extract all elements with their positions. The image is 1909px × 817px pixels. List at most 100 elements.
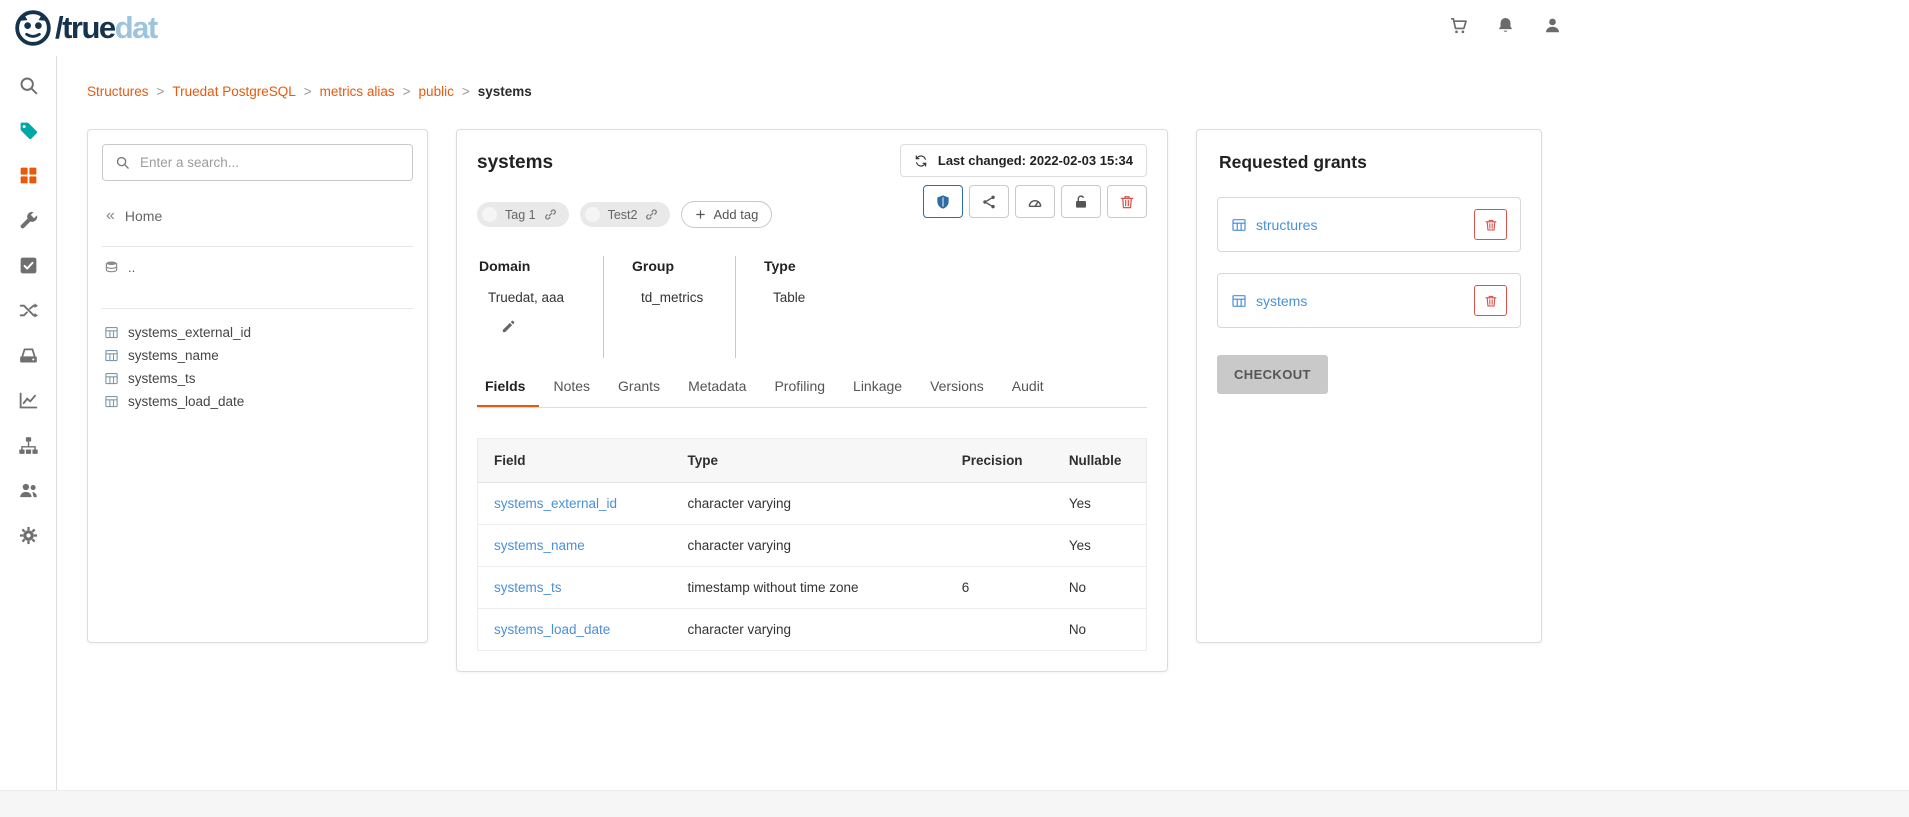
edit-domain-icon[interactable] (501, 319, 516, 334)
tab-audit[interactable]: Audit (998, 378, 1058, 407)
field-type: character varying (672, 483, 946, 525)
meta-section: Domain Truedat, aaa Group td_metrics Typ… (477, 256, 1147, 358)
sidebar-item-structures[interactable] (18, 165, 39, 191)
delete-grant-button[interactable] (1474, 285, 1507, 316)
chart-icon (18, 390, 39, 411)
parent-structure-link[interactable]: .. (102, 247, 413, 286)
fields-table-body: systems_external_idcharacter varyingYess… (478, 483, 1147, 651)
tag-label: Tag 1 (505, 208, 536, 222)
topbar: /truedat (0, 0, 1909, 56)
structure-search-box[interactable] (102, 144, 413, 181)
unlock-icon (1073, 194, 1089, 210)
tab-linkage[interactable]: Linkage (839, 378, 916, 407)
link-icon (544, 208, 557, 221)
owl-logo-icon (14, 9, 52, 47)
field-name: systems_ts (128, 371, 196, 386)
share-button[interactable] (969, 185, 1009, 218)
field-precision (946, 609, 1053, 651)
field-link[interactable]: systems_load_date (494, 622, 610, 637)
add-tag-button[interactable]: Add tag (681, 201, 772, 228)
topbar-icons (1449, 16, 1562, 40)
quality-button[interactable] (1015, 185, 1055, 218)
structure-search-input[interactable] (140, 155, 400, 170)
sidebar-item-settings[interactable] (18, 525, 39, 551)
plus-icon (695, 209, 706, 220)
tab-profiling[interactable]: Profiling (760, 378, 839, 407)
sidebar-nav (0, 56, 57, 790)
requested-grants-title: Requested grants (1219, 152, 1521, 173)
bell-button[interactable] (1496, 16, 1515, 40)
user-button[interactable] (1543, 16, 1562, 40)
sidebar-item-sources[interactable] (18, 345, 39, 371)
type-label: Type (764, 258, 805, 274)
table-icon (104, 348, 119, 363)
tag-remove-icon[interactable] (482, 207, 497, 222)
tag-list: Tag 1 Test2 (477, 202, 670, 227)
breadcrumb-link[interactable]: Structures (87, 84, 149, 99)
grant-link[interactable]: systems (1231, 293, 1307, 309)
sidebar-item-users[interactable] (18, 480, 39, 506)
user-icon (1543, 16, 1562, 35)
sidebar-item-dashboards[interactable] (18, 390, 39, 416)
tag-chip[interactable]: Test2 (580, 202, 671, 227)
domain-label: Domain (479, 258, 575, 274)
protection-button[interactable] (923, 185, 963, 218)
field-name: systems_external_id (128, 325, 251, 340)
field-name: systems_name (128, 348, 219, 363)
home-link[interactable]: « Home (106, 208, 413, 224)
fields-table: FieldTypePrecisionNullable systems_exter… (477, 438, 1147, 651)
structure-field-item[interactable]: systems_ts (102, 367, 413, 390)
cart-icon (1449, 16, 1468, 35)
app-body: Structures > Truedat PostgreSQL > metrics al… (0, 56, 1909, 790)
breadcrumb-link[interactable]: public (419, 84, 454, 99)
breadcrumb-separator: > (403, 84, 411, 99)
breadcrumb-separator: > (462, 84, 470, 99)
field-list: systems_external_id systems_name systems_t… (102, 321, 413, 413)
tag-label: Test2 (608, 208, 638, 222)
tag-chip[interactable]: Tag 1 (477, 202, 569, 227)
wrench-icon (18, 210, 39, 231)
shuffle-icon (18, 300, 39, 321)
grant-card: systems (1217, 273, 1521, 328)
field-link[interactable]: systems_external_id (494, 496, 617, 511)
sidebar-item-admin[interactable] (18, 210, 39, 236)
trash-icon (1119, 194, 1135, 210)
lock-button[interactable] (1061, 185, 1101, 218)
structure-field-item[interactable]: systems_name (102, 344, 413, 367)
column-header: Type (672, 439, 946, 483)
truedat-logo[interactable]: /truedat (14, 9, 157, 47)
search-icon (115, 155, 130, 170)
fields-table-head-row: FieldTypePrecisionNullable (478, 439, 1147, 483)
tab-grants[interactable]: Grants (604, 378, 674, 407)
sidebar-item-tags[interactable] (18, 120, 39, 146)
structure-field-item[interactable]: systems_external_id (102, 321, 413, 344)
refresh-icon (914, 154, 928, 168)
sidebar-item-lineage[interactable] (18, 300, 39, 326)
sidebar-item-rules[interactable] (18, 255, 39, 281)
field-link[interactable]: systems_name (494, 538, 585, 553)
field-nullable: No (1053, 567, 1147, 609)
delete-grant-button[interactable] (1474, 209, 1507, 240)
table-icon (104, 371, 119, 386)
last-changed-chip[interactable]: Last changed: 2022-02-03 15:34 (900, 144, 1147, 177)
tab-metadata[interactable]: Metadata (674, 378, 760, 407)
checkout-button[interactable]: CHECKOUT (1217, 355, 1328, 394)
breadcrumb-link[interactable]: metrics alias (320, 84, 395, 99)
trash-icon (1484, 218, 1498, 232)
sidebar-item-taxonomy[interactable] (18, 435, 39, 461)
structure-field-item[interactable]: systems_load_date (102, 390, 413, 413)
tab-versions[interactable]: Versions (916, 378, 998, 407)
sidebar-item-search[interactable] (18, 75, 39, 101)
field-link[interactable]: systems_ts (494, 580, 562, 595)
chevrons-left-icon: « (106, 208, 115, 224)
breadcrumb-link[interactable]: Truedat PostgreSQL (172, 84, 295, 99)
bell-icon (1496, 16, 1515, 35)
tab-fields[interactable]: Fields (477, 378, 539, 407)
delete-button[interactable] (1107, 185, 1147, 218)
cart-button[interactable] (1449, 16, 1468, 40)
logo-text-dat: dat (115, 10, 157, 46)
tab-notes[interactable]: Notes (539, 378, 604, 407)
type-value: Table (764, 290, 805, 305)
tag-remove-icon[interactable] (585, 207, 600, 222)
grant-link[interactable]: structures (1231, 217, 1317, 233)
